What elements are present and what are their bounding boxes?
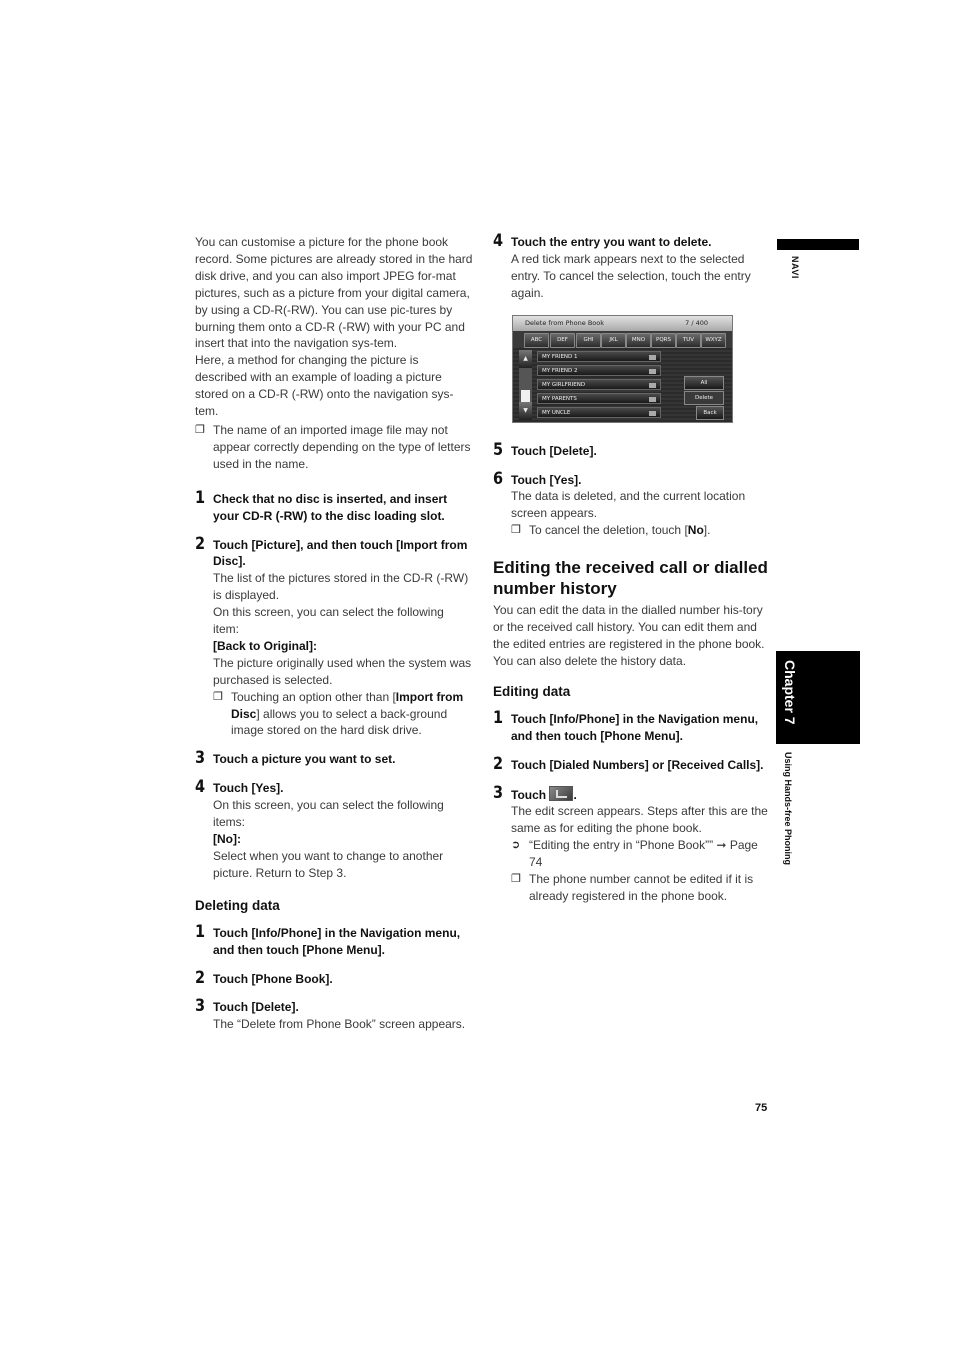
list-item[interactable]: MY GIRLFRIEND bbox=[537, 378, 661, 390]
entry-icon bbox=[649, 396, 656, 402]
tab-jkl[interactable]: JKL bbox=[601, 332, 626, 348]
delete-from-phone-book-screenshot: Delete from Phone Book 7 / 400 ABC DEF G… bbox=[512, 314, 733, 423]
all-button[interactable]: All bbox=[684, 375, 724, 390]
tab-wxyz[interactable]: WXYZ bbox=[701, 332, 726, 348]
delete-step-4: 4 Touch the entry you want to delete. A … bbox=[493, 231, 771, 423]
scrollbar[interactable]: ▲ ▼ bbox=[519, 349, 532, 420]
section-title-editing-history: Editing the received call or dialled num… bbox=[493, 558, 768, 599]
note-icon: ❐ bbox=[213, 690, 223, 703]
entry-icon bbox=[649, 354, 656, 360]
step-1: 1 Check that no disc is inserted, and in… bbox=[195, 487, 448, 523]
cross-reference: ➲ “Editing the entry in “Phone Book”” ➞ … bbox=[511, 838, 758, 870]
tab-abc[interactable]: ABC bbox=[524, 332, 549, 348]
edit-step-1: 1 Touch [Info/Phone] in the Navigation m… bbox=[493, 707, 759, 743]
note-icon: ❐ bbox=[511, 873, 521, 886]
edit-step-2: 2 Touch [Dialed Numbers] or [Received Ca… bbox=[493, 753, 764, 774]
note-icon: ❐ bbox=[195, 423, 205, 436]
scroll-thumb[interactable] bbox=[521, 389, 530, 402]
navi-label: NAVI bbox=[790, 256, 800, 279]
entry-counter: 7 / 400 bbox=[685, 318, 708, 327]
editing-intro: You can edit the data in the dialled num… bbox=[493, 603, 765, 668]
note: ❐ Touching an option other than [Import … bbox=[213, 689, 464, 738]
list-item[interactable]: MY FRIEND 1 bbox=[537, 350, 661, 362]
entry-list: ▲ ▼ MY FRIEND 1 MY FRIEND 2 MY GIRLFRIEN… bbox=[513, 347, 732, 422]
back-button[interactable]: Back bbox=[696, 405, 724, 420]
scroll-down-icon[interactable]: ▼ bbox=[519, 401, 532, 420]
step-2: 2 Touch [Picture], and then touch [Impor… bbox=[195, 533, 472, 738]
alphabet-tabs: ABC DEF GHI JKL MNO PQRS TUV WXYZ bbox=[513, 330, 732, 348]
list-item[interactable]: MY FRIEND 2 bbox=[537, 364, 661, 376]
note: ❐ To cancel the deletion, touch [No]. bbox=[511, 523, 711, 538]
screen-title-bar: Delete from Phone Book 7 / 400 bbox=[513, 315, 732, 331]
tab-ghi[interactable]: GHI bbox=[576, 332, 601, 348]
edit-step-3: 3 Touch . The edit screen appears. Steps… bbox=[493, 783, 771, 905]
delete-step-5: 5 Touch [Delete]. bbox=[493, 439, 597, 460]
delete-step-2: 2 Touch [Phone Book]. bbox=[195, 967, 333, 988]
edit-icon bbox=[549, 785, 574, 801]
delete-step-6: 6 Touch [Yes]. The data is deleted, and … bbox=[493, 469, 771, 540]
step-4: 4 Touch [Yes]. On this screen, you can s… bbox=[195, 777, 444, 880]
chapter-title: Using Hands-free Phoning bbox=[783, 752, 793, 866]
delete-step-3: 3 Touch [Delete]. The “Delete from Phone… bbox=[195, 996, 466, 1032]
scroll-up-icon[interactable]: ▲ bbox=[519, 349, 532, 368]
screen-title: Delete from Phone Book bbox=[525, 318, 604, 327]
right-column: 4 Touch the entry you want to delete. A … bbox=[493, 231, 771, 905]
list-item[interactable]: MY PARENTS bbox=[537, 392, 661, 404]
page-number: 75 bbox=[755, 1102, 768, 1114]
intro-note: ❐ The name of an imported image file may… bbox=[195, 422, 471, 471]
tab-tuv[interactable]: TUV bbox=[676, 332, 701, 348]
tab-def[interactable]: DEF bbox=[550, 332, 575, 348]
list-item[interactable]: MY UNCLE bbox=[537, 406, 661, 418]
reference-arrow-icon: ➲ bbox=[511, 839, 521, 852]
left-column: You can customise a picture for the phon… bbox=[195, 234, 473, 1033]
section-title-deleting: Deleting data bbox=[195, 897, 280, 913]
entry-icon bbox=[649, 368, 656, 374]
intro-paragraph: Here, a method for changing the picture … bbox=[195, 353, 454, 419]
delete-button[interactable]: Delete bbox=[684, 390, 724, 405]
tab-mno[interactable]: MNO bbox=[626, 332, 651, 348]
note: ❐ The phone number cannot be edited if i… bbox=[511, 872, 754, 903]
tab-pqrs[interactable]: PQRS bbox=[651, 332, 676, 348]
chapter-label: Chapter 7 bbox=[782, 660, 798, 725]
entry-icon bbox=[649, 410, 656, 416]
entry-icon bbox=[649, 382, 656, 388]
intro-paragraph: You can customise a picture for the phon… bbox=[195, 235, 473, 351]
navi-bar bbox=[777, 239, 859, 250]
subsection-title-editing-data: Editing data bbox=[493, 683, 571, 699]
step-3: 3 Touch a picture you want to set. bbox=[195, 748, 396, 769]
delete-step-1: 1 Touch [Info/Phone] in the Navigation m… bbox=[195, 921, 461, 957]
note-icon: ❐ bbox=[511, 524, 521, 537]
